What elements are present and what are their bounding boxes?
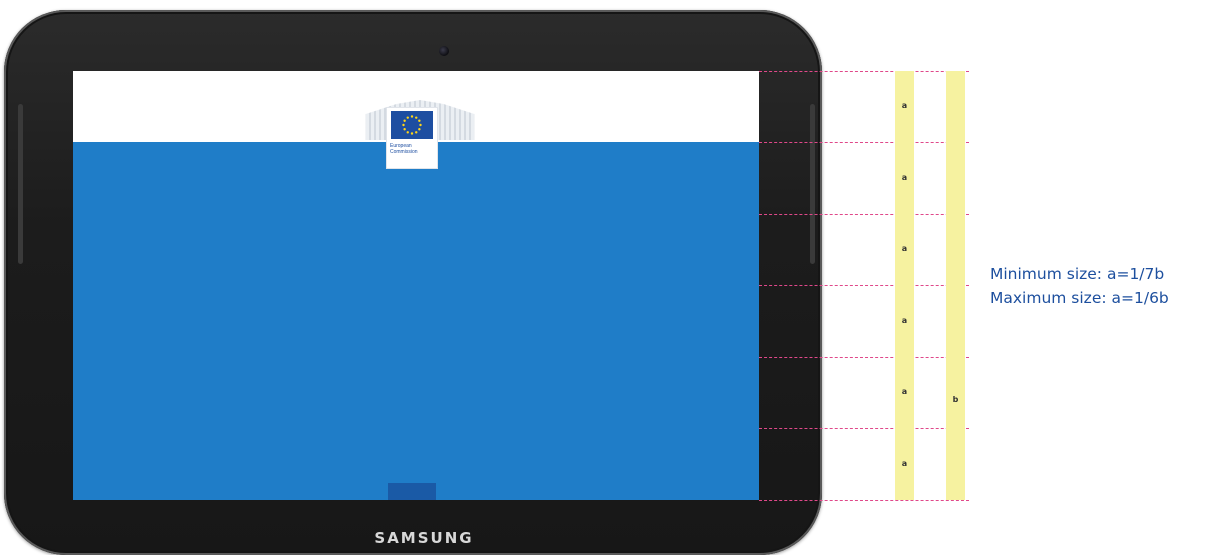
eu-star-icon [406,116,409,119]
eu-star-icon [415,131,418,134]
side-button-left [18,104,23,264]
segment-label-a: a [901,459,908,468]
eu-star-icon [410,132,414,135]
side-button-right [810,104,815,264]
guide-line [759,214,969,215]
eu-star-icon [419,123,422,127]
guide-line [759,500,969,501]
total-b-bar [946,71,965,500]
guide-line [759,71,969,72]
home-indicator[interactable] [388,483,436,500]
size-rule-text: Minimum size: a=1/7b Maximum size: a=1/6… [990,262,1212,310]
eu-star-icon [415,116,418,119]
eu-star-icon [410,115,414,118]
logo-text-line2: Commission [390,149,418,155]
segment-label-a: a [901,387,908,396]
guide-line [759,285,969,286]
eu-flag-icon [391,111,433,139]
eu-star-icon [403,128,406,131]
total-label-b: b [952,395,959,404]
front-camera [439,46,449,56]
eu-star-icon [418,119,421,122]
segment-label-a: a [901,101,908,110]
eu-star-icon [406,131,409,134]
tablet-screen: European Commission [73,71,759,500]
screen-body-area [73,142,759,500]
guide-line [759,428,969,429]
logo-text: European Commission [390,143,440,155]
guide-line [759,142,969,143]
segment-label-a: a [901,316,908,325]
eu-star-icon [403,119,406,122]
guide-line [759,357,969,358]
segment-label-a: a [901,173,908,182]
eu-star-icon [418,128,421,131]
minimum-size-rule: Minimum size: a=1/7b [990,265,1165,283]
device-brand: SAMSUNG [374,529,474,547]
maximum-size-rule: Maximum size: a=1/6b [990,289,1169,307]
eu-star-icon [402,123,405,127]
segment-label-a: a [901,244,908,253]
segment-a-bar [895,71,914,500]
european-commission-logo: European Commission [361,96,481,168]
